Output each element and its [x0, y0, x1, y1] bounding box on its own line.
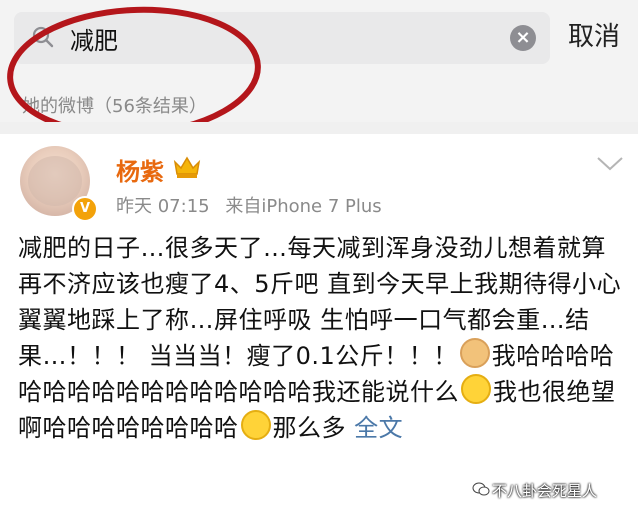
crown-icon [173, 156, 201, 178]
post-card[interactable]: V 杨紫 昨天 07:15 来自iPhone 7 Plus 减肥的日子…很多天了… [0, 134, 638, 520]
divider [0, 122, 638, 134]
full-text-link[interactable]: 全文 [354, 414, 403, 442]
avatar-photo [28, 156, 82, 206]
cancel-button[interactable]: 取消 [568, 16, 620, 53]
watermark: 不八卦会死星人 [492, 482, 598, 500]
shrug-emoji [461, 374, 491, 404]
clear-icon[interactable]: × [510, 25, 536, 51]
results-bar: 她的微博（56条结果） [0, 78, 638, 122]
post-meta: 昨天 07:15 来自iPhone 7 Plus [116, 192, 392, 218]
search-icon [32, 26, 54, 48]
cat-emoji [459, 338, 490, 368]
results-count: 她的微博（56条结果） [22, 96, 207, 117]
search-box[interactable]: × [14, 12, 550, 64]
verified-badge: V [72, 196, 98, 222]
author-name[interactable]: 杨紫 [116, 152, 164, 187]
search-input[interactable] [70, 19, 510, 57]
shrug-emoji [240, 410, 271, 440]
post-text: 减肥的日子…很多天了…每天减到浑身没劲儿想着就算再不济应该也瘦了4、5斤吧 直到… [18, 230, 624, 446]
post-text-part-4: 那么多 [272, 414, 346, 442]
wechat-icon [472, 482, 490, 496]
search-header: × 取消 [0, 0, 638, 78]
chevron-down-icon[interactable] [596, 156, 624, 172]
post-source: 来自iPhone 7 Plus [225, 196, 382, 217]
post-time: 昨天 07:15 [116, 196, 210, 217]
